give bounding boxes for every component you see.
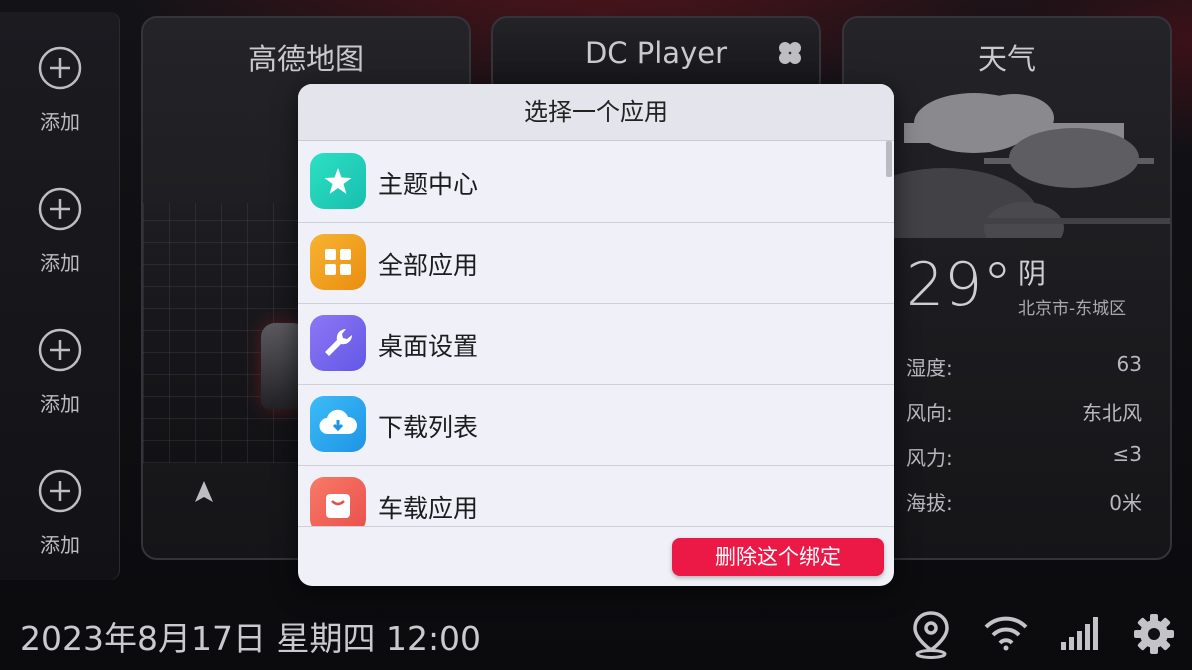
- app-label: 全部应用: [378, 251, 479, 280]
- weather-row-value: 东北风: [1082, 401, 1142, 425]
- map-card-title: 高德地图: [247, 42, 364, 76]
- settings-icon[interactable]: [1133, 613, 1175, 655]
- app-label: 桌面设置: [378, 332, 479, 361]
- grid-icon: [310, 234, 366, 290]
- weather-row-key: 海拔:: [906, 491, 953, 515]
- location-icon[interactable]: [910, 610, 952, 660]
- scrollbar[interactable]: [886, 141, 892, 177]
- sidebar-add-label: 添加: [40, 251, 80, 275]
- sidebar-add-slot-3[interactable]: 添加: [0, 328, 120, 448]
- app-label: 下载列表: [378, 413, 479, 442]
- app-label: 主题中心: [378, 170, 479, 199]
- signal-icon[interactable]: [1060, 616, 1102, 650]
- sidebar: 添加 添加 添加 添加: [0, 12, 120, 580]
- weather-row-key: 湿度:: [906, 356, 953, 380]
- bag-icon: [310, 477, 366, 526]
- add-circle-icon: [38, 328, 82, 372]
- cloud-download-icon: [310, 396, 366, 452]
- sidebar-add-slot-1[interactable]: 添加: [0, 46, 120, 166]
- dialog-title: 选择一个应用: [298, 84, 894, 141]
- navigation-arrow-icon[interactable]: [193, 480, 215, 504]
- player-card-title: DC Player: [584, 36, 728, 70]
- dialog-footer: 删除这个绑定: [298, 526, 894, 586]
- weather-card-title: 天气: [977, 42, 1036, 76]
- weather-row-key: 风力:: [906, 446, 953, 470]
- sidebar-add-label: 添加: [40, 392, 80, 416]
- app-label: 车载应用: [378, 494, 479, 523]
- list-item-theme-center[interactable]: 主题中心: [298, 141, 894, 223]
- temperature: 29°: [906, 250, 1013, 320]
- delete-binding-button[interactable]: 删除这个绑定: [672, 538, 884, 576]
- weather-row-value: 63: [1116, 352, 1142, 376]
- fan-icon: [779, 42, 801, 64]
- app-picker-dialog: 选择一个应用 主题中心 全部应用 桌面设置 下载列表 车载应用 删除这个绑定: [298, 84, 894, 586]
- list-item-download-list[interactable]: 下载列表: [298, 384, 894, 466]
- weather-row-value: 0米: [1109, 491, 1142, 515]
- add-circle-icon: [38, 46, 82, 90]
- wifi-icon[interactable]: [983, 614, 1029, 652]
- add-circle-icon: [38, 187, 82, 231]
- weather-condition: 阴: [1018, 257, 1047, 290]
- list-item-desktop-settings[interactable]: 桌面设置: [298, 303, 894, 385]
- sidebar-add-slot-4[interactable]: 添加: [0, 469, 120, 589]
- weather-row-value: ≤3: [1112, 442, 1142, 466]
- weather-city: 北京市-东城区: [1018, 299, 1127, 319]
- wrench-icon: [310, 315, 366, 371]
- star-icon: [310, 153, 366, 209]
- sidebar-add-slot-2[interactable]: 添加: [0, 187, 120, 307]
- list-item-all-apps[interactable]: 全部应用: [298, 222, 894, 304]
- weather-row-key: 风向:: [906, 401, 953, 425]
- datetime-display: 2023年8月17日 星期四 12:00: [20, 619, 482, 658]
- add-circle-icon: [38, 469, 82, 513]
- sidebar-add-label: 添加: [40, 533, 80, 557]
- app-list[interactable]: 主题中心 全部应用 桌面设置 下载列表 车载应用: [298, 141, 894, 526]
- list-item-car-apps[interactable]: 车载应用: [298, 465, 894, 526]
- sidebar-add-label: 添加: [40, 110, 80, 134]
